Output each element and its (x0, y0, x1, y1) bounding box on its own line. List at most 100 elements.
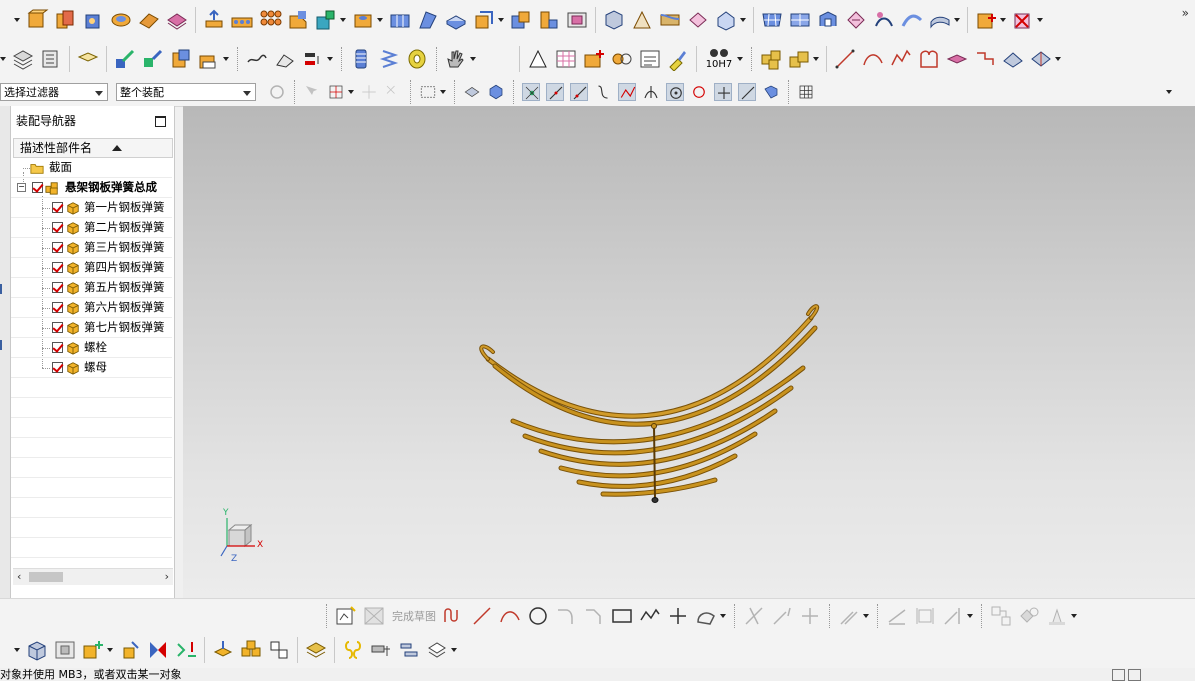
boolean-unite-icon[interactable] (53, 8, 77, 32)
visibility-checkbox[interactable] (52, 242, 63, 253)
block-icon[interactable] (25, 8, 49, 32)
add-view-icon[interactable] (582, 47, 606, 71)
styled-sweep-icon[interactable] (928, 8, 952, 32)
tree-row-part[interactable]: 第二片钢板弹簧 (11, 218, 172, 238)
dropdown-caret[interactable] (813, 57, 819, 61)
rectangle-select-icon[interactable] (419, 83, 437, 101)
layer-settings-icon[interactable] (11, 47, 35, 71)
tree-row-part[interactable]: 第六片钢板弹簧 (11, 298, 172, 318)
status-window-icon[interactable] (1128, 669, 1141, 681)
invert-show-hide-icon[interactable] (169, 47, 193, 71)
snap-tangent-icon[interactable] (642, 83, 660, 101)
finish-sketch-label[interactable]: 完成草图 (392, 608, 436, 624)
hole-icon[interactable] (351, 8, 375, 32)
wave-link-icon[interactable] (341, 638, 365, 662)
conic-icon[interactable] (694, 604, 718, 628)
sketch-arc-icon[interactable] (498, 604, 522, 628)
copy-to-layer-icon[interactable] (76, 47, 100, 71)
visibility-checkbox[interactable] (52, 202, 63, 213)
snap-curve-icon[interactable] (594, 83, 612, 101)
check-clearance-icon[interactable] (369, 638, 393, 662)
selection-filter-settings-icon[interactable] (268, 83, 286, 101)
visibility-checkbox[interactable] (52, 282, 63, 293)
draft-icon[interactable] (630, 8, 654, 32)
pattern-icon[interactable] (230, 8, 254, 32)
offset-sketch-curve-icon[interactable] (837, 604, 861, 628)
studio-spline-icon[interactable] (889, 47, 913, 71)
geometric-constraint-icon[interactable] (941, 604, 965, 628)
horizontal-scrollbar[interactable]: ‹ › (13, 568, 173, 585)
dropdown-caret[interactable] (348, 90, 354, 94)
replace-component-icon[interactable] (267, 638, 291, 662)
fillet-curve-icon[interactable] (917, 47, 941, 71)
sequence-icon[interactable] (397, 638, 421, 662)
extrude-icon[interactable] (81, 8, 105, 32)
dropdown-caret[interactable] (954, 18, 960, 22)
fillet-icon[interactable] (554, 604, 578, 628)
sweep-icon[interactable] (137, 8, 161, 32)
snap-arc-center-icon[interactable] (666, 83, 684, 101)
snap-mid-point-icon[interactable] (546, 83, 564, 101)
hand-icon[interactable] (444, 47, 468, 71)
datum-plane-icon[interactable] (314, 8, 338, 32)
visibility-checkbox[interactable] (32, 182, 43, 193)
sew-icon[interactable] (388, 8, 412, 32)
show-all-icon[interactable] (463, 83, 481, 101)
compression-spring-icon[interactable] (377, 47, 401, 71)
component-icon[interactable] (759, 47, 783, 71)
collapse-icon[interactable]: − (17, 183, 26, 192)
snap-point-icon[interactable] (327, 83, 345, 101)
visibility-checkbox[interactable] (52, 262, 63, 273)
tree-row-part[interactable]: 第五片钢板弹簧 (11, 278, 172, 298)
line-icon[interactable] (833, 47, 857, 71)
blend-icon[interactable] (658, 8, 682, 32)
make-unique-icon[interactable] (974, 8, 998, 32)
revolve-icon[interactable] (109, 8, 133, 32)
assembly-scope-dropdown[interactable]: 整个装配 (116, 83, 256, 101)
through-curves-icon[interactable] (788, 8, 812, 32)
select-features-icon[interactable] (303, 83, 321, 101)
tree-row-part[interactable]: 第一片钢板弹簧 (11, 198, 172, 218)
arrangement-icon[interactable] (425, 638, 449, 662)
offset-in-face-icon[interactable] (1029, 47, 1053, 71)
tree-row-part[interactable]: 螺母 (11, 358, 172, 378)
gravity-icon[interactable] (360, 83, 378, 101)
bridge-curve-icon[interactable] (945, 47, 969, 71)
scroll-thumb[interactable] (29, 572, 63, 582)
extract-curve-icon[interactable] (1001, 47, 1025, 71)
join-curve-icon[interactable] (973, 47, 997, 71)
dropdown-caret[interactable] (1000, 18, 1006, 22)
dropdown-caret[interactable] (737, 57, 743, 61)
dropdown-caret[interactable] (720, 614, 726, 618)
show-constraints-icon[interactable] (1017, 604, 1041, 628)
snap-end-point-icon[interactable] (522, 83, 540, 101)
shell-icon[interactable] (602, 8, 626, 32)
table-icon[interactable] (554, 47, 578, 71)
trim-body-icon[interactable] (714, 8, 738, 32)
toolbar-overflow-chevron[interactable]: » (1182, 6, 1189, 20)
offset-curve-icon[interactable] (273, 47, 297, 71)
tree-row-part[interactable]: 第四片钢板弹簧 (11, 258, 172, 278)
emboss-icon[interactable] (565, 8, 589, 32)
dropdown-caret[interactable] (470, 57, 476, 61)
snap-existing-point-icon[interactable] (714, 83, 732, 101)
tree-row-section[interactable]: 截面 (11, 158, 172, 178)
bearing-icon[interactable] (405, 47, 429, 71)
dropdown-caret[interactable] (14, 648, 20, 652)
assembly-navigator-icon[interactable] (25, 638, 49, 662)
dropdown-caret[interactable] (377, 18, 383, 22)
add-existing-component-icon[interactable] (81, 638, 105, 662)
dropdown-caret[interactable] (223, 57, 229, 61)
hide-icon[interactable] (487, 83, 505, 101)
text-attribute-icon[interactable] (197, 47, 221, 71)
exploded-view-icon[interactable] (304, 638, 328, 662)
transition-icon[interactable] (844, 8, 868, 32)
graphics-window[interactable]: Y X Z (183, 106, 1195, 598)
leaf-spring-model[interactable] (183, 106, 1195, 598)
linear-dimension-icon[interactable] (913, 604, 937, 628)
auto-constrain-icon[interactable] (989, 604, 1013, 628)
circle-icon[interactable] (526, 604, 550, 628)
show-hide-icon[interactable] (141, 47, 165, 71)
sketch-curve-icon[interactable] (245, 47, 269, 71)
chamfer-sketch-icon[interactable] (582, 604, 606, 628)
